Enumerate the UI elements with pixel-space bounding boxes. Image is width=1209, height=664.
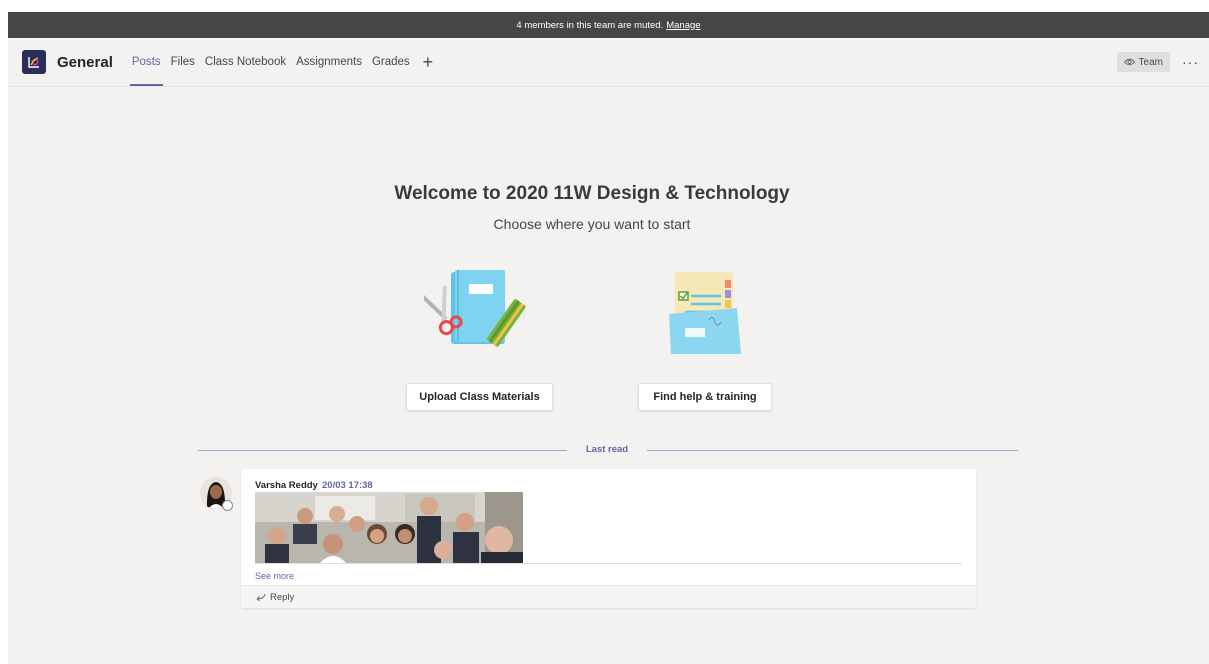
team-logo-icon [26,54,42,70]
team-button[interactable]: Team [1116,52,1170,72]
last-read-label: Last read [585,444,629,455]
reply-label: Reply [270,591,295,603]
group-photo-image [255,492,523,564]
post-photo[interactable] [255,492,523,564]
last-read-divider-left [198,450,567,451]
ellipsis-icon[interactable]: ··· [1182,54,1199,70]
team-button-label: Team [1138,56,1163,68]
tab-posts[interactable]: Posts [127,38,166,87]
post-separator [255,563,962,564]
eye-icon [1123,58,1135,66]
class-materials-illustration [424,270,526,347]
tab-assignments[interactable]: Assignments [291,38,367,87]
reply-button[interactable]: Reply [241,585,976,608]
welcome-subtitle: Choose where you want to start [493,216,691,232]
post-card: Varsha Reddy 20/03 17:38 See more Reply [241,469,976,608]
tab-grades[interactable]: Grades [367,38,415,87]
muted-members-banner: 4 members in this team are muted. Manage [8,12,1209,38]
plus-icon[interactable]: + [415,53,442,71]
help-folder-illustration [669,272,741,354]
tab-files[interactable]: Files [166,38,200,87]
see-more-link[interactable]: See more [255,571,294,581]
post-timestamp: 20/03 17:38 [322,480,373,491]
welcome-title: Welcome to 2020 11W Design & Technology [394,183,790,204]
find-help-training-button[interactable]: Find help & training [638,383,772,411]
tab-class-notebook[interactable]: Class Notebook [200,38,291,87]
upload-class-materials-button[interactable]: Upload Class Materials [406,383,553,411]
team-logo[interactable] [22,50,46,74]
presence-status-icon [222,500,233,511]
reply-arrow-icon [256,593,266,601]
manage-link[interactable]: Manage [666,20,700,31]
window-left-strip [0,0,8,664]
tab-bar: Posts Files Class Notebook Assignments G… [127,38,441,87]
channel-name: General [57,53,113,71]
last-read-divider-right [647,450,1018,451]
banner-text: 4 members in this team are muted. [516,19,664,31]
window-top-strip [0,0,1209,12]
channel-header: General Posts Files Class Notebook Assig… [8,38,1209,87]
post-author[interactable]: Varsha Reddy [255,480,318,491]
